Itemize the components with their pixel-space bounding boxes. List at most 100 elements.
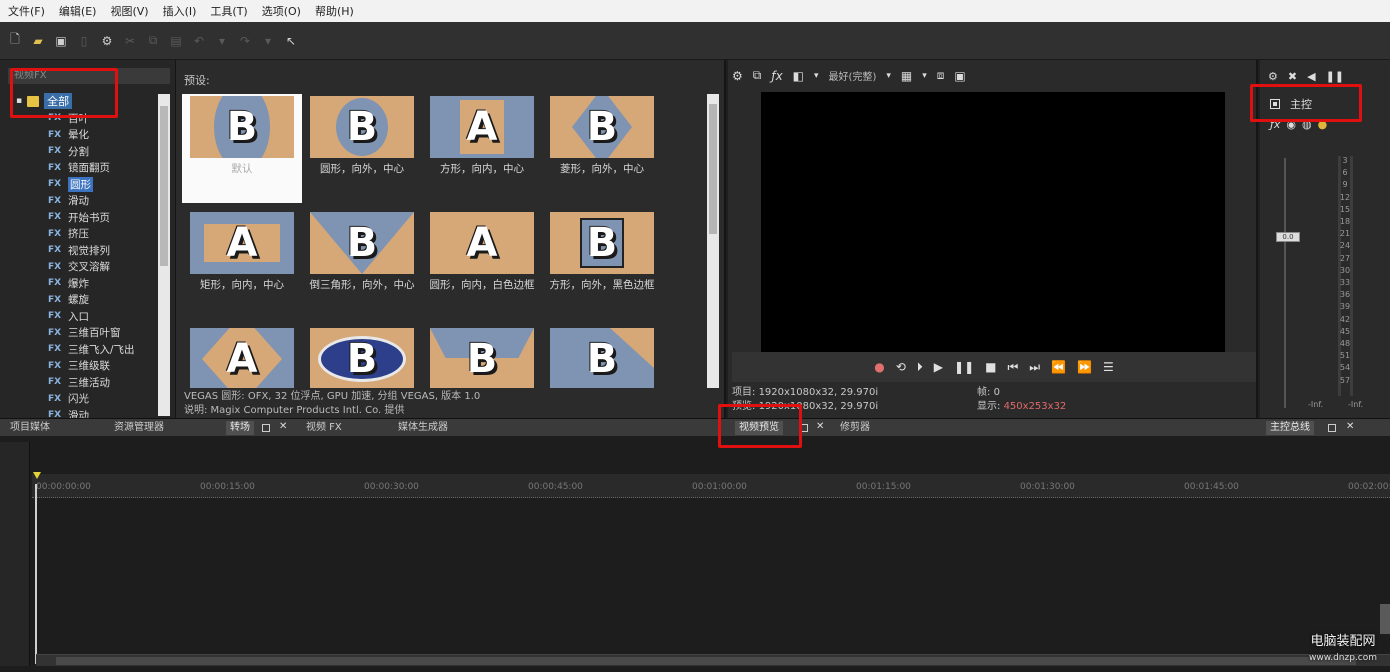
tree-item[interactable]: FX 爆炸 <box>48 275 135 292</box>
tree-item[interactable]: FX 闪光 <box>48 391 135 408</box>
preset-thumbnail[interactable]: B <box>542 322 662 388</box>
pause-meter-icon[interactable]: ❚❚ <box>1326 70 1344 83</box>
preview-properties-icon[interactable]: ⚙ <box>732 69 743 83</box>
volume-icon[interactable]: ◀ <box>1307 70 1315 83</box>
menu-tools[interactable]: 工具(T) <box>208 3 259 19</box>
render-icon[interactable]: ▯ <box>77 34 91 48</box>
overlays-dropdown-icon[interactable]: ▾ <box>922 71 927 81</box>
preset-thumbnail[interactable]: B 方形，向外，黑色边框 <box>542 206 662 319</box>
tab-preview-close-icon[interactable]: ✕ <box>816 421 824 432</box>
preset-thumbnail[interactable]: A 圆形，向内，白色边框 <box>422 206 542 319</box>
open-folder-icon[interactable]: ▰ <box>31 34 45 48</box>
quality-dropdown-icon[interactable]: ▾ <box>886 71 891 81</box>
tree-item[interactable]: FX 三维百叶窗 <box>48 325 135 342</box>
tree-item[interactable]: FX 三维飞入/飞出 <box>48 341 135 358</box>
timeline-vscroll[interactable] <box>1380 604 1390 634</box>
presets-scrollbar[interactable] <box>707 94 719 388</box>
tab-transitions[interactable]: 转场 <box>226 421 254 435</box>
undo-icon[interactable]: ↶ <box>192 34 206 48</box>
new-file-icon[interactable]: 🗋 <box>8 32 22 48</box>
pause-icon[interactable]: ❚❚ <box>954 360 974 374</box>
tree-item[interactable]: FX 开始书页 <box>48 209 135 226</box>
preset-thumbnail[interactable]: B 倒三角形，向外，中心 <box>302 206 422 319</box>
loop-icon[interactable]: ⟲ <box>896 360 906 374</box>
preset-thumbnail[interactable]: B 菱形，向外，中心 <box>542 94 662 203</box>
master-fader-track[interactable] <box>1284 158 1286 408</box>
menu-edit[interactable]: 编辑(E) <box>57 3 109 19</box>
tree-item[interactable]: FX 视觉排列 <box>48 242 135 259</box>
menu-icon[interactable]: ☰ <box>1103 360 1114 374</box>
play-icon[interactable]: ▶ <box>934 360 943 374</box>
split-screen-icon[interactable]: ◧ <box>793 69 804 83</box>
tab-master-float-icon[interactable] <box>1328 424 1336 432</box>
record-icon[interactable]: ● <box>874 360 884 374</box>
preset-thumbnail[interactable]: B 默认 <box>182 94 302 203</box>
playhead-cursor[interactable] <box>35 484 37 664</box>
preset-thumbnail[interactable]: A 方形，向内，中心 <box>422 94 542 203</box>
tree-item[interactable]: FX 三维活动 <box>48 374 135 391</box>
undo-dropdown-icon[interactable]: ▾ <box>215 34 229 48</box>
preset-thumbnail[interactable]: A 矩形，向内，中心 <box>182 206 302 319</box>
save-icon[interactable]: ▣ <box>54 34 68 48</box>
tree-item[interactable]: FX 晕化 <box>48 127 135 144</box>
go-to-start-icon[interactable]: ⏮ <box>1007 360 1018 375</box>
fx-icon[interactable]: ƒx <box>771 69 782 83</box>
master-fader-handle[interactable]: 0.0 <box>1276 232 1300 242</box>
tab-explorer[interactable]: 资源管理器 <box>114 421 164 435</box>
play-from-start-icon[interactable]: ⏵ <box>917 360 923 375</box>
menu-options[interactable]: 选项(O) <box>260 3 313 19</box>
overlays-grid-icon[interactable]: ▦ <box>901 69 912 83</box>
menu-help[interactable]: 帮助(H) <box>313 3 366 19</box>
tree-item[interactable]: FX 交叉溶解 <box>48 259 135 276</box>
tree-item[interactable]: FX 圆形 <box>48 176 135 193</box>
tree-scrollbar[interactable] <box>158 94 170 416</box>
playhead-marker-icon[interactable] <box>33 472 41 479</box>
preset-thumbnail[interactable]: B <box>422 322 542 388</box>
preset-thumbnail[interactable]: A <box>182 322 302 388</box>
tree-item[interactable]: FX 三维级联 <box>48 358 135 375</box>
menu-insert[interactable]: 插入(I) <box>161 3 209 19</box>
split-dropdown-icon[interactable]: ▾ <box>814 71 819 81</box>
tab-master-bus[interactable]: 主控总线 <box>1266 421 1314 435</box>
tab-transitions-float-icon[interactable] <box>262 424 270 432</box>
menu-view[interactable]: 视图(V) <box>108 3 160 19</box>
hscroll-thumb[interactable] <box>56 657 1356 665</box>
preview-quality-select[interactable]: 最好(完整) <box>829 68 877 83</box>
mute-icon[interactable]: ✖ <box>1288 70 1297 83</box>
redo-icon[interactable]: ↷ <box>238 34 252 48</box>
tree-item[interactable]: FX 挤压 <box>48 226 135 243</box>
preset-thumbnail[interactable]: B 圆形，向外，中心 <box>302 94 422 203</box>
tab-transitions-close-icon[interactable]: ✕ <box>279 421 287 432</box>
stop-icon[interactable]: ■ <box>985 360 996 374</box>
tree-item[interactable]: FX 螺旋 <box>48 292 135 309</box>
external-monitor-icon[interactable]: ⧉ <box>753 68 762 83</box>
tree-item[interactable]: FX 滑动 <box>48 193 135 210</box>
redo-dropdown-icon[interactable]: ▾ <box>261 34 275 48</box>
tab-trimmer[interactable]: 修剪器 <box>840 421 870 435</box>
next-frame-icon[interactable]: ⏩ <box>1077 360 1092 374</box>
tab-master-close-icon[interactable]: ✕ <box>1346 421 1354 432</box>
cut-icon[interactable]: ✂ <box>123 34 137 48</box>
properties-icon[interactable]: ⚙ <box>100 34 114 48</box>
master-properties-icon[interactable]: ⚙ <box>1268 70 1278 83</box>
paste-icon[interactable]: ▤ <box>169 34 183 48</box>
tree-item[interactable]: FX 镜面翻页 <box>48 160 135 177</box>
tree-scroll-thumb[interactable] <box>160 106 168 266</box>
tab-media-generators[interactable]: 媒体生成器 <box>398 421 448 435</box>
save-snapshot-icon[interactable]: ▣ <box>954 69 965 83</box>
copy-snapshot-icon[interactable]: ⧈ <box>937 68 945 83</box>
prev-frame-icon[interactable]: ⏪ <box>1051 360 1066 374</box>
cursor-tool-icon[interactable]: ↖ <box>284 34 298 48</box>
tree-item[interactable]: FX 分割 <box>48 143 135 160</box>
timeline-hscroll[interactable] <box>36 654 1390 666</box>
preset-preview-image: B <box>310 96 414 158</box>
tree-item[interactable]: FX 入口 <box>48 308 135 325</box>
menu-file[interactable]: 文件(F) <box>6 3 57 19</box>
presets-scroll-thumb[interactable] <box>709 104 717 234</box>
go-to-end-icon[interactable]: ⏭ <box>1029 360 1040 375</box>
copy-icon[interactable]: ⧉ <box>146 33 160 48</box>
tab-video-fx[interactable]: 视频 FX <box>306 421 342 435</box>
tab-project-media[interactable]: 项目媒体 <box>10 421 50 435</box>
preset-thumbnail[interactable]: B <box>302 322 422 388</box>
time-ruler[interactable]: 00:00:00:00 00:00:15:00 00:00:30:00 00:00:4… <box>32 474 1390 498</box>
